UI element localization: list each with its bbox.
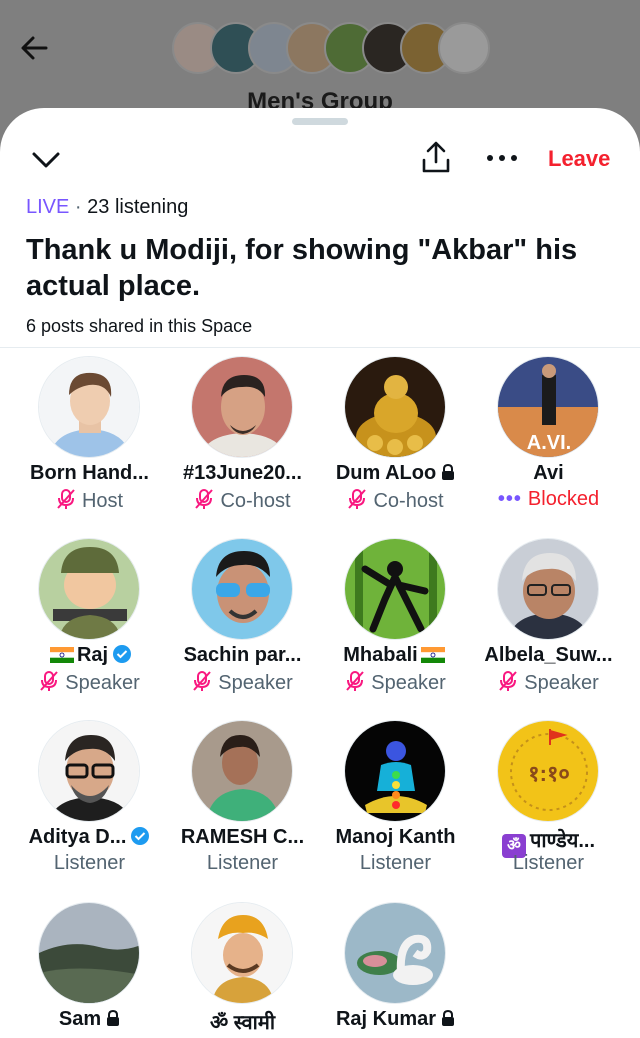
participant-name: Avi (533, 462, 564, 484)
participant-name: Albela_Suw... (484, 644, 613, 666)
role-label: Host (81, 490, 124, 512)
participant-card[interactable]: Sam (13, 902, 166, 1038)
participant-role: Speaker (166, 670, 319, 695)
lock-icon (442, 1010, 455, 1026)
avatar: A.VI. (497, 356, 599, 458)
avatar (344, 538, 446, 640)
participant-name: Raj Kumar (319, 1008, 472, 1031)
avatar-label: १:१० (528, 761, 570, 786)
india-flag-icon (420, 647, 445, 663)
participant-name: RAMESH C... (180, 826, 305, 848)
mic-muted-icon (346, 671, 364, 691)
participant-name: ॐ स्वामी (209, 1012, 276, 1034)
role-label: Speaker (371, 672, 446, 694)
more-options-icon[interactable] (484, 144, 520, 172)
mic-muted-icon (195, 489, 214, 509)
participant-card[interactable]: RAMESH C... Listener (166, 720, 319, 902)
participant-name: Born Hand... (30, 462, 149, 484)
participant-card[interactable]: Mhabali Speaker (319, 538, 472, 720)
sheet-grabber[interactable] (292, 118, 348, 125)
participant-role: ••• Blocked (472, 488, 625, 511)
participant-card[interactable]: Manoj Kanth Listener (319, 720, 472, 902)
avatar (38, 538, 140, 640)
avatar (38, 356, 140, 458)
lock-icon (107, 1010, 120, 1026)
avatar (191, 902, 293, 1004)
role-label: Speaker (218, 672, 293, 694)
mic-muted-icon (348, 489, 367, 509)
participant-role: Speaker (319, 670, 472, 695)
avatar (344, 720, 446, 822)
participant-role: Listener (512, 852, 585, 874)
participant-name: Sachin par... (183, 644, 302, 666)
mic-muted-icon (499, 671, 517, 691)
share-icon[interactable] (420, 140, 452, 174)
avatar (38, 720, 140, 822)
divider (0, 347, 640, 348)
participant-role: Listener (359, 852, 432, 874)
avatar (38, 902, 140, 1004)
space-title: Thank u Modiji, for showing "Akbar" his … (26, 234, 578, 302)
participant-name: #13June20... (183, 462, 302, 484)
role-label: Speaker (524, 672, 599, 694)
back-arrow-icon[interactable] (18, 32, 50, 64)
verified-icon (131, 827, 150, 845)
participant-role: Co-host (166, 488, 319, 513)
participant-role: Host (13, 488, 166, 513)
avatar-label: A.VI. (527, 432, 571, 454)
participant-name: Dum ALoo (319, 462, 472, 485)
participant-role: Listener (53, 852, 126, 874)
role-label: Co-host (220, 490, 291, 512)
participant-role: Speaker (472, 670, 625, 695)
participant-card[interactable]: Raj Speaker (13, 538, 166, 720)
live-status: LIVE · 23 listening (26, 196, 188, 219)
separator: · (69, 196, 88, 218)
avatar (497, 538, 599, 640)
avatar (191, 356, 293, 458)
participant-name: Manoj Kanth (335, 826, 456, 848)
mic-muted-icon (40, 671, 58, 691)
participant-card[interactable]: ॐ स्वामी (166, 902, 319, 1038)
participant-name: Mhabali (319, 644, 472, 667)
role-label: Speaker (65, 672, 140, 694)
participant-role: Speaker (13, 670, 166, 695)
participant-card[interactable]: #13June20... Co-host (166, 356, 319, 538)
participant-name: Aditya D... (13, 826, 166, 849)
participant-card[interactable]: Aditya D... Listener (13, 720, 166, 902)
chevron-down-icon[interactable] (30, 146, 62, 174)
lock-icon (442, 464, 455, 480)
avatar (191, 720, 293, 822)
avatar: १:१० (497, 720, 599, 822)
role-label: Co-host (373, 490, 444, 512)
participant-card[interactable]: Born Hand... Host (13, 356, 166, 538)
participant-card[interactable]: A.VI. Avi ••• Blocked (472, 356, 625, 538)
live-label: LIVE (26, 196, 70, 218)
participant-card[interactable]: Raj Kumar (319, 902, 472, 1038)
participant-card[interactable]: १:१० ॐ पाण्डेय... Listener (472, 720, 625, 902)
posts-shared[interactable]: 6 posts shared in this Space (26, 316, 252, 337)
listening-count: 23 listening (87, 196, 189, 218)
participant-role: Listener (206, 852, 279, 874)
participant-card[interactable]: Dum ALoo Co-host (319, 356, 472, 538)
mic-muted-icon (193, 671, 211, 691)
avatar (344, 902, 446, 1004)
india-flag-icon (49, 647, 74, 663)
stack-avatar (438, 22, 490, 74)
space-sheet: Leave LIVE · 23 listening Thank u Modiji… (0, 108, 640, 1038)
verified-icon (113, 645, 132, 663)
more-dots-icon: ••• (497, 488, 522, 510)
participant-name: Sam (13, 1008, 166, 1031)
avatar (344, 356, 446, 458)
participant-name: Raj (13, 644, 166, 667)
participant-role: Co-host (319, 488, 472, 513)
participant-card[interactable]: Albela_Suw... Speaker (472, 538, 625, 720)
mic-muted-icon (57, 489, 75, 509)
leave-button[interactable]: Leave (548, 146, 610, 172)
participant-card[interactable]: Sachin par... Speaker (166, 538, 319, 720)
role-label: Blocked (527, 488, 600, 510)
avatar (191, 538, 293, 640)
